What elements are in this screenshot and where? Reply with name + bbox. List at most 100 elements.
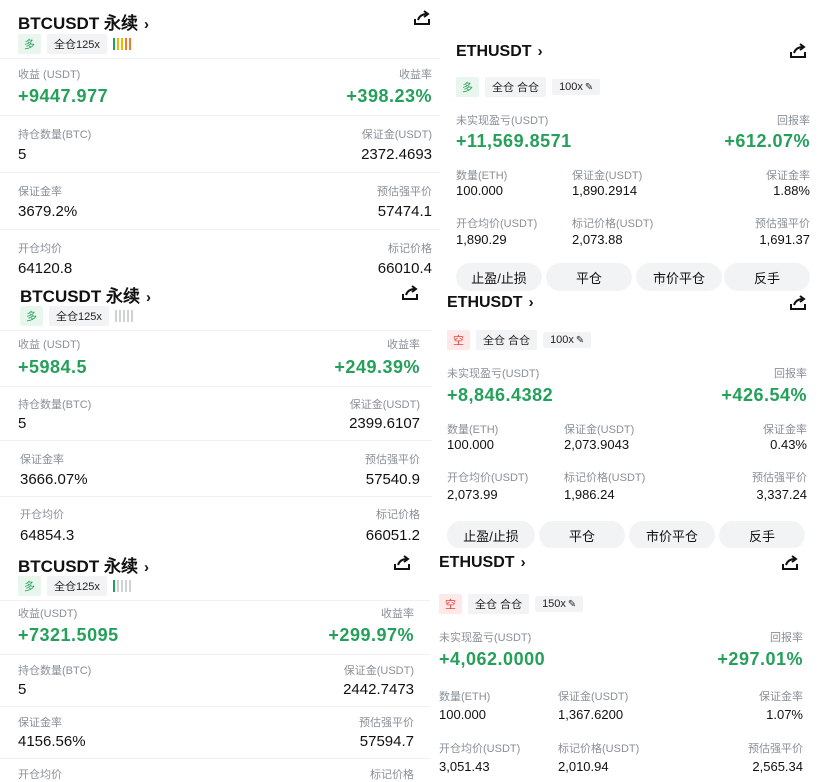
symbol-label: BTCUSDT 永续 <box>18 557 138 576</box>
pnl-label: 收益(USDT) <box>18 608 78 620</box>
roe-value: +612.07% <box>724 131 810 151</box>
position-title[interactable]: BTCUSDT 永续 › <box>18 9 149 34</box>
side-badge: 空 <box>439 594 462 614</box>
entry-price-value: 64854.3 <box>20 527 75 544</box>
entry-price-label: 开仓均价(USDT) <box>456 218 538 230</box>
position-title[interactable]: ETHUSDT › <box>456 43 543 61</box>
close-position-button[interactable]: 平仓 <box>539 521 625 548</box>
mark-price-label: 标记价格(USDT) <box>564 472 646 484</box>
mark-price-value: 66051.2 <box>365 527 420 544</box>
margin-mode-badge[interactable]: 全仓125x <box>47 576 107 596</box>
qty-value: 100.000 <box>456 183 503 198</box>
entry-price-value: 2,073.99 <box>447 487 498 502</box>
margin-value: 2372.4693 <box>361 146 432 163</box>
share-icon[interactable] <box>788 42 808 60</box>
entry-price-label: 开仓均价 <box>20 509 64 521</box>
side-badge: 多 <box>18 576 41 596</box>
margin-value: 2399.6107 <box>349 415 420 432</box>
risk-bars-icon <box>114 310 133 322</box>
mark-price-label: 标记价格(USDT) <box>572 218 654 230</box>
symbol-label: BTCUSDT 永续 <box>18 14 138 33</box>
market-close-button[interactable]: 市价平仓 <box>636 263 722 291</box>
eth-position-card-2: ETHUSDT › 空 全仓 合仓 100x ✎ 未实现盈亏(USDT) 回报率 +… <box>432 292 829 548</box>
chevron-right-icon: › <box>143 16 149 33</box>
tp-sl-button[interactable]: 止盈/止损 <box>456 263 542 291</box>
margin-value: 1,890.2914 <box>572 183 638 198</box>
position-title[interactable]: BTCUSDT 永续 › <box>20 282 151 307</box>
mark-price-value: 2,073.88 <box>572 232 623 247</box>
margin-value: 2,073.9043 <box>564 437 630 452</box>
eth-position-card-1: ETHUSDT › 多 全仓 合仓 100x ✎ 未实现盈亏(USDT) 回报率 +… <box>440 30 829 292</box>
margin-ratio-value: 1.07% <box>766 707 803 722</box>
entry-price-value: 3,051.43 <box>439 759 490 774</box>
eth-position-card-3: ETHUSDT › 空 全仓 合仓 150x ✎ 未实现盈亏(USDT) 回报率 +… <box>430 548 829 782</box>
roe-label: 回报率 <box>777 115 810 127</box>
roe-label: 回报率 <box>774 368 807 380</box>
edit-icon: ✎ <box>584 82 594 93</box>
tp-sl-button[interactable]: 止盈/止损 <box>447 521 535 548</box>
pnl-value: +9447.977 <box>18 86 109 106</box>
share-icon[interactable] <box>400 284 420 302</box>
market-close-button[interactable]: 市价平仓 <box>629 521 715 548</box>
btc-position-card-3: BTCUSDT 永续 › 多 全仓125x 收益(USDT) 收益率 +7321.… <box>0 548 430 782</box>
pnl-value: +7321.5095 <box>18 625 119 645</box>
roe-value: +426.54% <box>721 385 807 405</box>
liq-price-label: 预估强平价 <box>755 218 810 230</box>
roe-label: 回报率 <box>770 632 803 644</box>
qty-label: 持仓数量(BTC) <box>18 399 92 411</box>
position-title[interactable]: ETHUSDT › <box>447 294 534 312</box>
leverage-badge[interactable]: 100x ✎ <box>552 79 601 95</box>
entry-price-value: 64120.8 <box>18 260 73 277</box>
margin-ratio-label: 保证金率 <box>763 424 807 436</box>
position-title[interactable]: BTCUSDT 永续 › <box>18 552 149 577</box>
liq-price-label: 预估强平价 <box>752 472 807 484</box>
side-badge: 多 <box>20 306 43 326</box>
margin-label: 保证金(USDT) <box>564 424 635 436</box>
leverage-badge[interactable]: 100x ✎ <box>543 332 592 348</box>
pnl-label: 未实现盈亏(USDT) <box>439 632 532 644</box>
margin-mode-badge[interactable]: 全仓 合仓 <box>468 594 530 614</box>
symbol-label: ETHUSDT <box>447 294 523 311</box>
margin-ratio-value: 3666.07% <box>20 471 88 488</box>
margin-ratio-label: 保证金率 <box>759 691 803 703</box>
chevron-right-icon: › <box>145 289 151 306</box>
side-badge: 空 <box>447 330 470 350</box>
chevron-right-icon: › <box>520 554 526 571</box>
margin-ratio-label: 保证金率 <box>18 186 62 198</box>
share-icon[interactable] <box>788 294 808 312</box>
leverage-value: 100x <box>559 81 583 93</box>
leverage-value: 100x <box>550 334 574 346</box>
mark-price-value: 66010.4 <box>377 260 432 277</box>
side-badge: 多 <box>18 34 41 54</box>
pnl-label: 收益 (USDT) <box>18 339 81 351</box>
close-position-button[interactable]: 平仓 <box>546 263 632 291</box>
margin-ratio-label: 保证金率 <box>20 454 64 466</box>
leverage-badge[interactable]: 150x ✎ <box>535 596 584 612</box>
entry-price-label: 开仓均价(USDT) <box>439 743 521 755</box>
share-icon[interactable] <box>392 554 412 572</box>
position-title[interactable]: ETHUSDT › <box>439 554 526 572</box>
pnl-label: 收益 (USDT) <box>18 69 81 81</box>
margin-ratio-label: 保证金率 <box>766 170 810 182</box>
pnl-value: +4,062.0000 <box>439 649 546 669</box>
liq-price-value: 3,337.24 <box>756 487 807 502</box>
margin-mode-badge[interactable]: 全仓125x <box>47 34 107 54</box>
chevron-right-icon: › <box>143 559 149 576</box>
mark-price-value: 1,986.24 <box>564 487 615 502</box>
mark-price-label: 标记价格 <box>388 243 432 255</box>
share-icon[interactable] <box>412 9 432 27</box>
margin-mode-badge[interactable]: 全仓125x <box>49 306 109 326</box>
share-icon[interactable] <box>780 554 800 572</box>
reverse-position-button[interactable]: 反手 <box>719 521 805 548</box>
liq-price-value: 57540.9 <box>365 471 420 488</box>
margin-ratio-value: 0.43% <box>770 437 807 452</box>
margin-mode-badge[interactable]: 全仓 合仓 <box>476 330 538 350</box>
entry-price-label: 开仓均价(USDT) <box>447 472 529 484</box>
qty-label: 数量(ETH) <box>456 170 508 182</box>
margin-value: 2442.7473 <box>343 681 414 698</box>
roe-label: 收益率 <box>381 608 414 620</box>
qty-value: 100.000 <box>439 707 486 722</box>
margin-mode-badge[interactable]: 全仓 合仓 <box>485 77 547 97</box>
reverse-position-button[interactable]: 反手 <box>724 263 810 291</box>
margin-label: 保证金(USDT) <box>349 399 420 411</box>
